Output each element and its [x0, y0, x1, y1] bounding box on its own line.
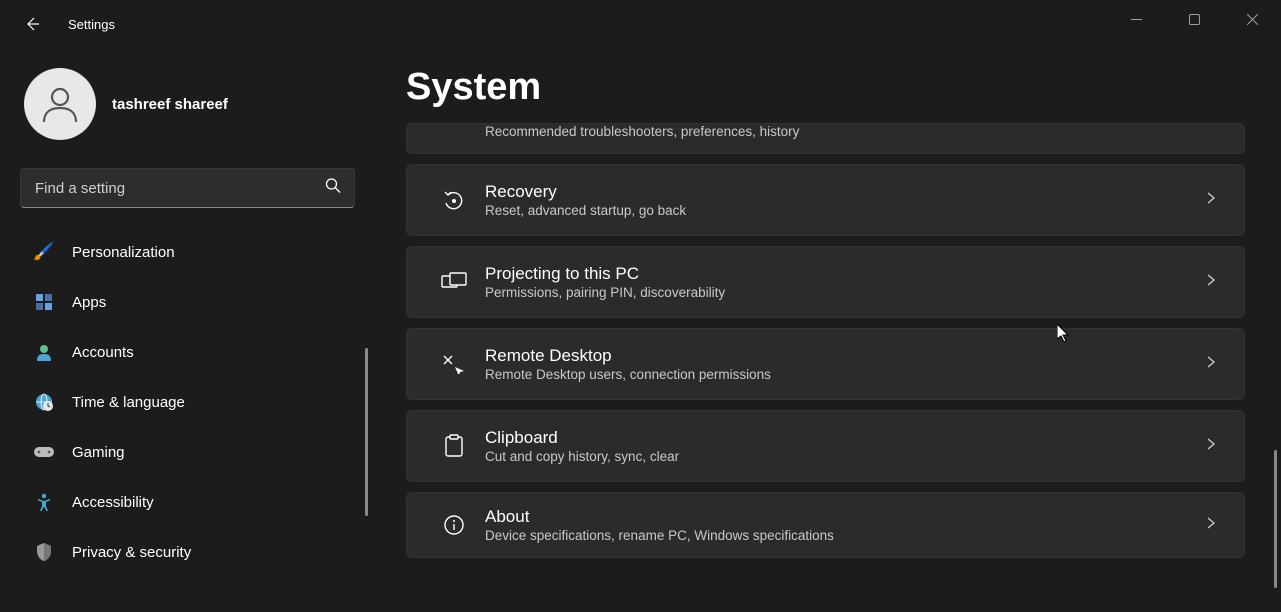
sidebar-item-label: Personalization	[72, 244, 175, 261]
window-controls	[1107, 0, 1281, 40]
close-button[interactable]	[1223, 0, 1281, 38]
card-title: Clipboard	[485, 428, 1204, 448]
sidebar-item-personalization[interactable]: 🖌️ Personalization	[20, 232, 355, 272]
sidebar-item-gaming[interactable]: Gaming	[20, 432, 355, 472]
back-arrow-icon	[24, 16, 40, 32]
card-projecting[interactable]: Projecting to this PC Permissions, pairi…	[406, 246, 1245, 318]
shield-icon	[34, 542, 54, 562]
content: System Recommended troubleshooters, pref…	[370, 48, 1281, 612]
clipboard-icon	[431, 434, 477, 458]
app-title: Settings	[68, 17, 115, 32]
card-title: Remote Desktop	[485, 346, 1204, 366]
sidebar-item-apps[interactable]: Apps	[20, 282, 355, 322]
paintbrush-icon: 🖌️	[34, 242, 54, 262]
card-about[interactable]: About Device specifications, rename PC, …	[406, 492, 1245, 558]
card-recovery[interactable]: Recovery Reset, advanced startup, go bac…	[406, 164, 1245, 236]
user-section[interactable]: tashreef shareef	[20, 68, 370, 140]
cards: Recommended troubleshooters, preferences…	[406, 123, 1245, 558]
chevron-right-icon	[1204, 191, 1218, 210]
remote-desktop-icon	[431, 354, 477, 374]
card-desc: Cut and copy history, sync, clear	[485, 449, 1204, 464]
card-desc: Permissions, pairing PIN, discoverabilit…	[485, 285, 1204, 300]
search-wrap	[20, 168, 355, 208]
minimize-button[interactable]	[1107, 0, 1165, 38]
content-scrollbar[interactable]	[1274, 450, 1277, 588]
card-text: Recovery Reset, advanced startup, go bac…	[485, 182, 1204, 218]
back-button[interactable]	[14, 6, 50, 42]
sidebar-item-label: Accounts	[72, 344, 134, 361]
close-icon	[1247, 14, 1258, 25]
main: tashreef shareef 🖌️ Personalization	[0, 48, 1281, 612]
card-title: About	[485, 507, 1204, 527]
recovery-icon	[431, 189, 477, 211]
card-remote-desktop[interactable]: Remote Desktop Remote Desktop users, con…	[406, 328, 1245, 400]
sidebar-item-label: Time & language	[72, 394, 185, 411]
card-desc: Device specifications, rename PC, Window…	[485, 528, 1204, 543]
chevron-right-icon	[1204, 516, 1218, 535]
card-title: Projecting to this PC	[485, 264, 1204, 284]
card-troubleshoot[interactable]: Recommended troubleshooters, preferences…	[406, 123, 1245, 154]
projecting-icon	[431, 272, 477, 292]
avatar-icon	[38, 82, 82, 126]
card-text: Clipboard Cut and copy history, sync, cl…	[485, 428, 1204, 464]
sidebar-scrollbar[interactable]	[365, 348, 368, 516]
apps-icon	[34, 292, 54, 312]
search-input[interactable]	[20, 168, 355, 208]
sidebar-item-label: Privacy & security	[72, 544, 191, 561]
gamepad-icon	[34, 442, 54, 462]
card-title: Recovery	[485, 182, 1204, 202]
minimize-icon	[1131, 14, 1142, 25]
accessibility-icon	[34, 492, 54, 512]
globe-clock-icon	[34, 392, 54, 412]
card-desc: Recommended troubleshooters, preferences…	[485, 124, 1218, 139]
sidebar-item-label: Gaming	[72, 444, 125, 461]
sidebar-item-time-language[interactable]: Time & language	[20, 382, 355, 422]
card-text: Recommended troubleshooters, preferences…	[485, 124, 1218, 139]
sidebar: tashreef shareef 🖌️ Personalization	[0, 48, 370, 612]
chevron-right-icon	[1204, 273, 1218, 292]
account-icon	[34, 342, 54, 362]
card-text: Projecting to this PC Permissions, pairi…	[485, 264, 1204, 300]
card-desc: Remote Desktop users, connection permiss…	[485, 367, 1204, 382]
avatar	[24, 68, 96, 140]
card-desc: Reset, advanced startup, go back	[485, 203, 1204, 218]
sidebar-item-privacy[interactable]: Privacy & security	[20, 532, 355, 572]
maximize-icon	[1189, 14, 1200, 25]
sidebar-item-label: Accessibility	[72, 494, 154, 511]
card-text: Remote Desktop Remote Desktop users, con…	[485, 346, 1204, 382]
card-clipboard[interactable]: Clipboard Cut and copy history, sync, cl…	[406, 410, 1245, 482]
chevron-right-icon	[1204, 355, 1218, 374]
chevron-right-icon	[1204, 437, 1218, 456]
sidebar-item-label: Apps	[72, 294, 106, 311]
user-name: tashreef shareef	[112, 96, 228, 113]
sidebar-item-accessibility[interactable]: Accessibility	[20, 482, 355, 522]
card-text: About Device specifications, rename PC, …	[485, 507, 1204, 543]
nav-list: 🖌️ Personalization Apps	[20, 232, 370, 572]
sidebar-item-accounts[interactable]: Accounts	[20, 332, 355, 372]
page-title: System	[406, 66, 1245, 109]
info-icon	[431, 514, 477, 536]
titlebar: Settings	[0, 0, 1281, 48]
maximize-button[interactable]	[1165, 0, 1223, 38]
